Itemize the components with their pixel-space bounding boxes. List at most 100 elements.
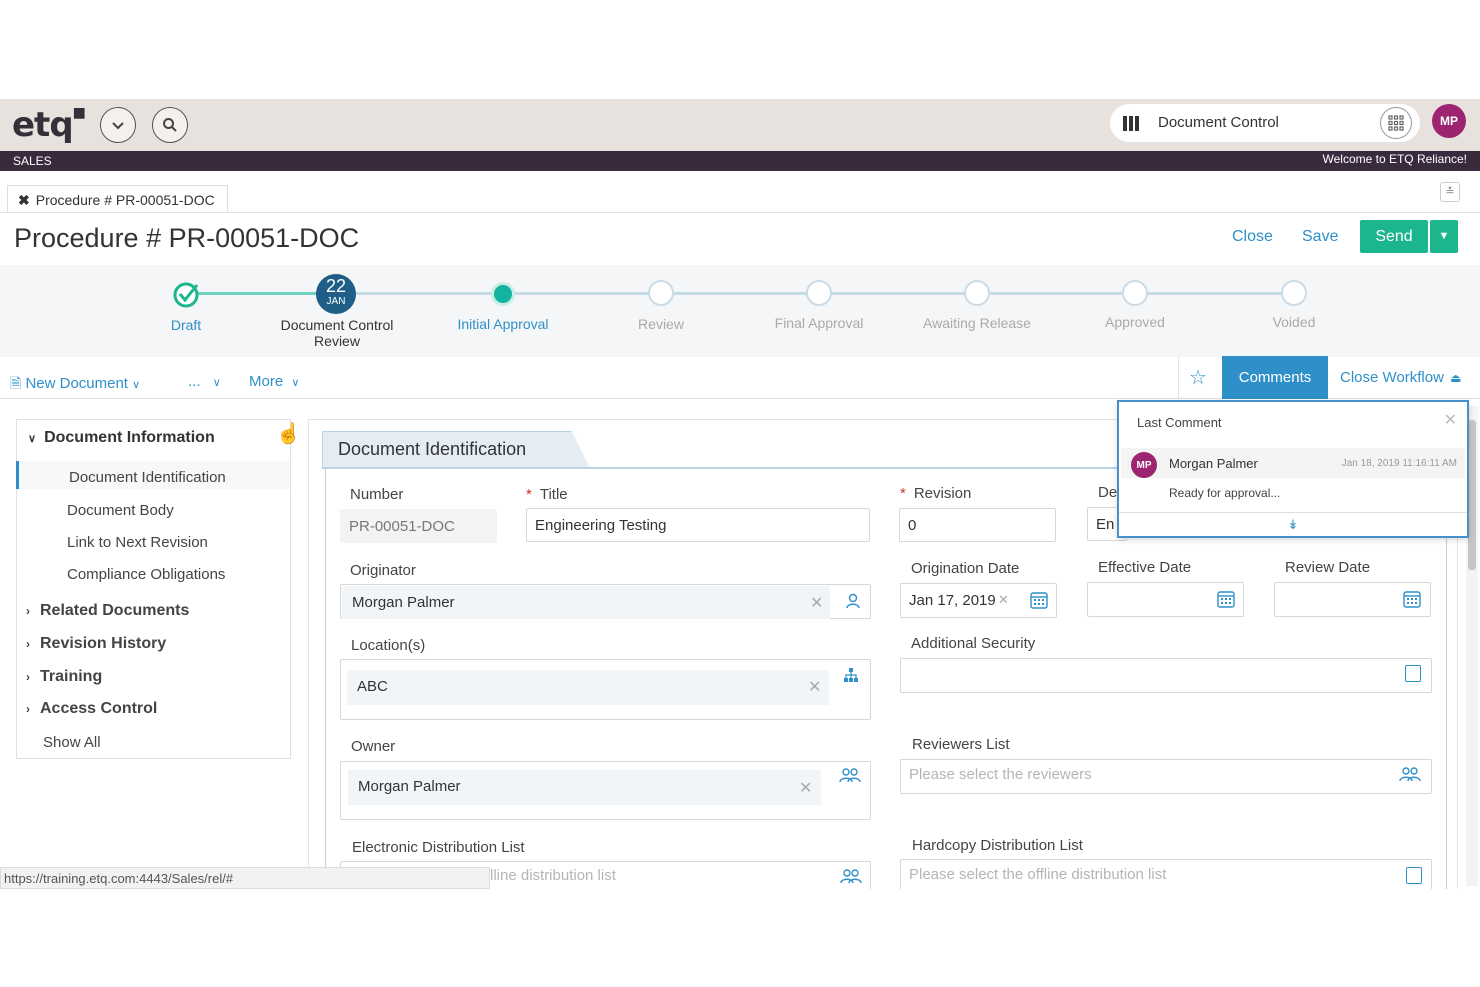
nav-item-link-to-next-revision[interactable]: Link to Next Revision <box>67 534 208 551</box>
comment-text: Ready for approval... <box>1169 486 1281 500</box>
workflow-step-review[interactable] <box>648 280 674 306</box>
comment-avatar: MP <box>1131 452 1157 478</box>
select-list-icon[interactable] <box>1405 665 1421 682</box>
reviewers-list-label: Reviewers List <box>912 736 1010 753</box>
more-menu[interactable]: More ∨ <box>249 373 299 390</box>
close-tab-icon[interactable]: ✖ <box>18 192 30 208</box>
app-selector-label: Document Control <box>1158 114 1279 131</box>
calendar-icon[interactable] <box>1402 589 1422 609</box>
select-list-icon[interactable] <box>1406 867 1422 884</box>
calendar-icon[interactable] <box>1029 590 1049 610</box>
section-label: SALES <box>13 154 52 168</box>
chevron-down-icon: ∨ <box>291 377 300 389</box>
chevron-down-icon: ∨ <box>132 379 141 391</box>
expand-comments-button[interactable]: ↡ <box>1119 512 1467 533</box>
workflow-label-document-control-review: Document Control Review <box>280 317 394 349</box>
send-dropdown-button[interactable]: ▼ <box>1430 220 1458 253</box>
app-selector[interactable]: Document Control <box>1110 104 1420 142</box>
nav-show-all[interactable]: Show All <box>43 734 101 751</box>
location-chip: ABC <box>347 670 829 705</box>
workflow-label-voided: Voided <box>1272 314 1316 330</box>
origination-date-value: Jan 17, 2019 <box>909 592 996 609</box>
apps-grid-button[interactable] <box>1380 107 1412 139</box>
send-button[interactable]: Send <box>1360 220 1428 253</box>
popup-title: Last Comment <box>1137 415 1222 430</box>
workflow-step-approved[interactable] <box>1122 280 1148 306</box>
users-icon[interactable] <box>839 767 861 783</box>
top-bar: etq■ Document Control MP <box>0 99 1480 151</box>
hardcopy-distribution-field[interactable]: Please select the offline distribution l… <box>900 859 1432 889</box>
reviewers-list-field[interactable]: Please select the reviewers <box>900 759 1432 794</box>
nav-group-label: Related Documents <box>40 602 190 619</box>
workflow-label-review: Review <box>638 316 684 332</box>
user-icon[interactable] <box>845 593 861 609</box>
workflow-step-final-approval[interactable] <box>806 280 832 306</box>
collapse-header-icon[interactable]: ≛ <box>1440 182 1460 202</box>
nav-group-revision-history[interactable]: › Revision History <box>26 635 166 653</box>
close-workflow-button[interactable]: Close Workflow ⏏ <box>1340 369 1461 386</box>
electronic-distribution-placeholder: lline distribution list <box>490 867 616 884</box>
workflow-label-initial-approval: Initial Approval <box>457 316 549 332</box>
additional-security-field[interactable] <box>900 658 1432 693</box>
workflow-step-draft[interactable] <box>173 281 199 308</box>
revision-field[interactable]: 0 <box>899 508 1056 542</box>
nav-group-access-control[interactable]: › Access Control <box>26 700 157 718</box>
originator-label: Originator <box>350 562 416 579</box>
clear-date-icon[interactable]: ✕ <box>998 592 1009 608</box>
workflow-step-initial-approval[interactable] <box>491 282 515 306</box>
nav-item-document-body[interactable]: Document Body <box>67 502 174 519</box>
hierarchy-icon[interactable] <box>843 667 859 683</box>
locations-label: Location(s) <box>351 637 426 654</box>
close-workflow-label: Close Workflow <box>1340 369 1444 386</box>
sub-bar: SALES Welcome to ETQ Reliance! <box>0 151 1480 171</box>
additional-security-label: Additional Security <box>911 635 1036 652</box>
app-window: etq■ Document Control MP SALES Welcome t… <box>0 99 1480 889</box>
title-label-text: Title <box>539 486 568 503</box>
save-button[interactable]: Save <box>1302 228 1338 246</box>
workflow-step-current[interactable]: 22 JAN <box>316 274 356 314</box>
clear-originator-icon[interactable]: ✕ <box>810 593 823 613</box>
collapse-up-icon: ⏏ <box>1450 371 1462 385</box>
document-tab[interactable]: ✖ Procedure # PR-00051-DOC <box>7 185 228 213</box>
number-field: PR-00051-DOC <box>340 509 497 543</box>
scrollbar-thumb[interactable] <box>1468 420 1476 570</box>
number-label: Number <box>350 486 404 503</box>
close-button[interactable]: Close <box>1232 228 1273 246</box>
workflow-label-draft: Draft <box>170 317 202 333</box>
etq-logo[interactable]: etq■ <box>12 105 86 145</box>
owner-chip: Morgan Palmer <box>348 770 821 805</box>
nav-item-compliance-obligations[interactable]: Compliance Obligations <box>67 566 225 583</box>
new-document-menu[interactable]: 🗎 New Document ∨ <box>10 373 140 397</box>
current-step-month: JAN <box>326 296 346 307</box>
favorite-star-icon[interactable]: ☆ <box>1189 365 1207 390</box>
ellipsis-menu[interactable]: ... ∨ <box>188 373 221 390</box>
tab-label: Procedure # PR-00051-DOC <box>35 192 215 208</box>
check-circle-icon <box>173 282 199 308</box>
workflow-step-awaiting-release[interactable] <box>964 280 990 306</box>
nav-group-label: Training <box>40 668 103 685</box>
title-field[interactable]: Engineering Testing <box>526 508 870 542</box>
users-icon[interactable] <box>840 868 862 884</box>
users-icon[interactable] <box>1399 766 1421 782</box>
search-button[interactable] <box>152 107 188 143</box>
toolbar-divider <box>1178 357 1179 399</box>
user-avatar[interactable]: MP <box>1432 104 1466 138</box>
welcome-text: Welcome to ETQ Reliance! <box>1322 152 1468 166</box>
hand-cursor-icon: ☝ <box>276 423 301 445</box>
nav-group-training[interactable]: › Training <box>26 668 102 686</box>
document-icon: 🗎 <box>10 375 22 391</box>
chevron-down-icon: ∨ <box>28 433 37 445</box>
workflow-label-awaiting-release: Awaiting Release <box>923 315 1031 331</box>
nav-item-document-identification[interactable]: Document Identification <box>69 469 226 486</box>
origination-date-label: Origination Date <box>911 560 1020 577</box>
nav-group-related-documents[interactable]: › Related Documents <box>26 602 189 620</box>
nav-section-document-information[interactable]: ∨ Document Information <box>28 429 215 447</box>
calendar-icon[interactable] <box>1216 589 1236 609</box>
comments-button[interactable]: Comments <box>1222 356 1328 399</box>
clear-location-icon[interactable]: ✕ <box>808 677 821 697</box>
workflow-step-voided[interactable] <box>1281 280 1307 306</box>
clear-owner-icon[interactable]: ✕ <box>799 778 812 798</box>
menu-dropdown-button[interactable] <box>100 107 136 143</box>
required-asterisk-icon: * <box>526 486 532 503</box>
close-icon[interactable]: ✕ <box>1444 410 1457 430</box>
